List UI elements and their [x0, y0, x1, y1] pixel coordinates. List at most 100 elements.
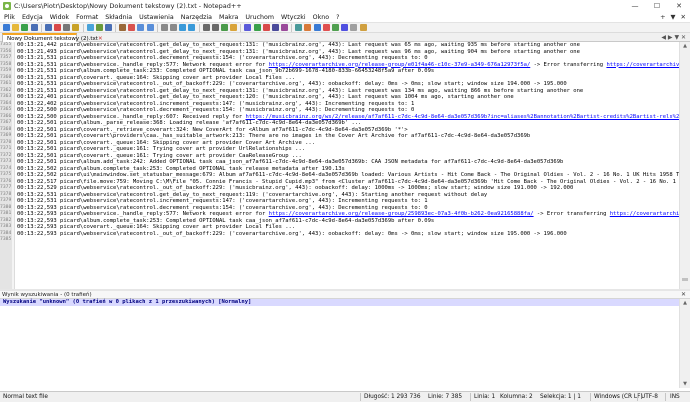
- toolbar-button[interactable]: [188, 24, 196, 31]
- search-results-body[interactable]: Wyszukanie "unknown" (0 trafień w 0 plik…: [0, 299, 679, 388]
- window-title: C:\Users\Piotr\Desktop\Nowy Dokument tek…: [14, 2, 242, 10]
- toolbar-button[interactable]: [86, 24, 94, 31]
- results-scroll-down-icon[interactable]: ▼: [680, 380, 690, 388]
- tab-document[interactable]: Nowy Dokument tekstowy (2).txt ✕: [2, 33, 103, 42]
- close-button[interactable]: ✕: [668, 0, 690, 12]
- toolbar-separator: [240, 23, 242, 32]
- minimize-button[interactable]: —: [624, 0, 646, 12]
- menu-help[interactable]: ?: [336, 14, 339, 21]
- toolbar-button[interactable]: [341, 24, 349, 31]
- line-text-segment: 00:13:21,531 picard\webservice\ratecontr…: [17, 55, 428, 61]
- toolbar-button[interactable]: [3, 24, 10, 31]
- status-divider: [470, 393, 471, 401]
- line-text-segment: 00:13:22,531 picard\webservice\ratecontr…: [17, 198, 428, 204]
- status-selection: Selekcja: 1 | 1: [540, 394, 581, 400]
- maximize-button[interactable]: ☐: [646, 0, 668, 12]
- menu-format[interactable]: Format: [76, 14, 98, 21]
- toolbar-button[interactable]: [304, 24, 312, 31]
- editor-text[interactable]: 7355 00:13:21,442 picard\webservice\ratec…: [0, 42, 679, 289]
- toolbar-button[interactable]: [295, 24, 303, 31]
- toolbar-button[interactable]: [211, 24, 219, 31]
- toolbar-button[interactable]: [137, 24, 145, 31]
- toolbar-button[interactable]: [313, 24, 321, 31]
- menu-settings[interactable]: Ustawienia: [139, 14, 174, 21]
- toolbar-button[interactable]: [95, 24, 103, 31]
- menu-view[interactable]: Widok: [50, 14, 69, 21]
- toolbar-button[interactable]: [146, 24, 154, 31]
- toolbar-button[interactable]: [104, 24, 112, 31]
- search-results-header: Wynik wyszukiwania - (0 trafień) ✕: [0, 291, 690, 299]
- scroll-up-icon[interactable]: ▲: [680, 42, 690, 50]
- results-scroll-up-icon[interactable]: ▲: [680, 299, 690, 307]
- line-text-segment: 00:13:21,531 picard\webservice._handle_r…: [17, 61, 269, 68]
- toolbar-button[interactable]: [128, 24, 136, 31]
- toolbar-button[interactable]: [30, 24, 38, 31]
- toolbar-button[interactable]: [72, 24, 80, 31]
- menu-edit[interactable]: Edycja: [22, 14, 43, 21]
- line-text-segment: 00:13:22,593 picard\coverart._queue:164:…: [17, 224, 296, 230]
- close-document-icon[interactable]: ✕: [681, 13, 686, 21]
- toolbar-button[interactable]: [44, 24, 52, 31]
- toolbar-separator: [40, 23, 42, 32]
- line-text-segment: 00:13:22,593 picard\album.complete_task:…: [17, 217, 435, 224]
- status-divider: [637, 393, 638, 401]
- toolbar-button[interactable]: [202, 24, 210, 31]
- new-tab-plus-icon[interactable]: +: [660, 13, 665, 21]
- line-text-segment: 00:13:21,442 picard\webservice\ratecontr…: [17, 42, 580, 48]
- url-link[interactable]: https://coverartarchive.org/release-grou…: [269, 211, 534, 217]
- menu-macro[interactable]: Makra: [219, 14, 238, 21]
- menu-file[interactable]: Plik: [4, 14, 15, 21]
- results-scrollbar[interactable]: ▲ ▼: [679, 299, 690, 388]
- vertical-scrollbar[interactable]: ▲: [679, 42, 690, 289]
- menu-window[interactable]: Okno: [313, 14, 329, 21]
- url-link[interactable]: https://coverartarchive.org/: [610, 211, 679, 217]
- toolbar-separator: [115, 23, 117, 32]
- toolbar-separator: [198, 23, 200, 32]
- menu-language[interactable]: Składnia: [105, 14, 132, 21]
- menu-bar: Plik Edycja Widok Format Składnia Ustawi…: [0, 12, 690, 22]
- toolbar-button[interactable]: [179, 24, 187, 31]
- menu-tools[interactable]: Narzędzia: [181, 14, 212, 21]
- line-text-segment: 00:13:22,402 picard\webservice\ratecontr…: [17, 100, 415, 107]
- toolbar-button[interactable]: [322, 24, 330, 31]
- menu-plugins[interactable]: Wtyczki: [281, 14, 306, 21]
- toolbar-button[interactable]: [220, 24, 228, 31]
- toolbar-button[interactable]: [271, 24, 279, 31]
- line-text: [12, 237, 17, 244]
- menu-run[interactable]: Uruchom: [245, 14, 274, 21]
- editor-line[interactable]: 7385: [0, 237, 679, 244]
- toolbar-button[interactable]: [53, 24, 61, 31]
- toolbar-button[interactable]: [350, 24, 358, 31]
- tab-close-icon[interactable]: ✕: [98, 36, 103, 42]
- status-lines: Linie: 7 385: [428, 394, 463, 400]
- status-divider: [590, 393, 591, 401]
- line-text-segment: 00:13:22,500 picard\webservice._handle_r…: [17, 113, 246, 120]
- line-text-segment: 00:13:22,502 picard\album.complete_task:…: [17, 165, 345, 172]
- toolbar-button[interactable]: [244, 24, 252, 31]
- line-text-segment: 00:13:22,593 picard\webservice\ratecontr…: [17, 230, 567, 237]
- search-summary-line[interactable]: Wyszukanie "unknown" (0 trafień w 0 plik…: [0, 299, 679, 306]
- toolbar-button[interactable]: [262, 24, 270, 31]
- tab-label: Nowy Dokument tekstowy (2).txt: [7, 35, 98, 42]
- toolbar-button[interactable]: [170, 24, 177, 31]
- toolbar-button[interactable]: [230, 24, 238, 31]
- toolbar-button[interactable]: [160, 24, 168, 31]
- line-text-segment: 00:13:21,531 picard\webservice\ratecontr…: [17, 87, 584, 94]
- chevron-down-icon[interactable]: ▼: [671, 13, 676, 21]
- status-length: Długość: 1 293 736: [364, 394, 421, 400]
- url-link[interactable]: https://coverartarchive.org/release-grou…: [269, 62, 531, 68]
- url-link[interactable]: https://coverartarchive.org/: [606, 62, 679, 68]
- toolbar-button[interactable]: [119, 24, 127, 31]
- toolbar-button[interactable]: [12, 24, 20, 31]
- toolbar-button[interactable]: [253, 24, 261, 31]
- scroll-thumb[interactable]: [682, 278, 688, 281]
- close-panel-icon[interactable]: ✕: [681, 291, 686, 298]
- toolbar-button[interactable]: [281, 24, 289, 31]
- toolbar-button[interactable]: [359, 24, 367, 31]
- editor-area[interactable]: 7355 00:13:21,442 picard\webservice\ratec…: [0, 42, 690, 289]
- url-link[interactable]: https://musicbrainz.org/ws/2/release/af7…: [245, 114, 679, 120]
- toolbar-button[interactable]: [21, 24, 29, 31]
- toolbar-button[interactable]: [63, 24, 71, 31]
- toolbar-button[interactable]: [332, 24, 339, 31]
- tab-scroll-arrows[interactable]: ◀ ▶ ▼ ✕: [661, 34, 686, 41]
